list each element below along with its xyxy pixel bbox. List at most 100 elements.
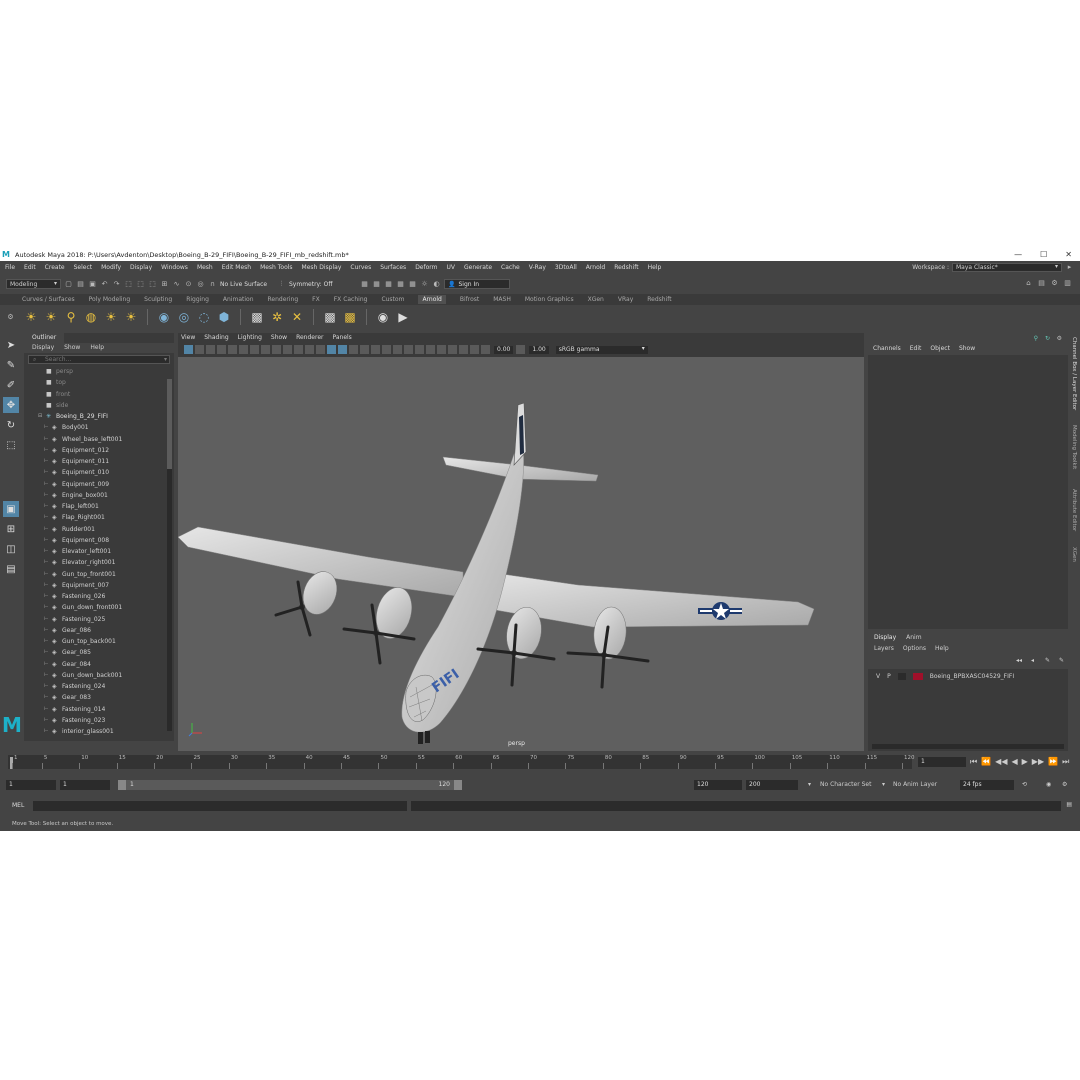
outliner-item[interactable]: ⊢ ◈ Equipment_011 (24, 456, 174, 467)
viewport-menu-view[interactable]: View (181, 333, 195, 343)
select-tool-icon[interactable]: ➤ (3, 337, 19, 353)
menu-select[interactable]: Select (74, 264, 93, 271)
outliner-item[interactable]: ⊢ ◈ Body001 (24, 422, 174, 433)
expand-icon[interactable]: ⊢ (44, 602, 52, 613)
expand-icon[interactable]: ⊢ (44, 546, 52, 557)
expand-icon[interactable]: ⊢ (44, 490, 52, 501)
expand-icon[interactable]: ⊢ (44, 692, 52, 703)
outliner-layout-icon[interactable]: ▤ (3, 561, 19, 577)
persp-viewport[interactable]: FIFI persp (178, 357, 864, 751)
field-chart-icon[interactable] (294, 345, 303, 354)
outliner-item[interactable]: ⊢ ◈ Equipment_008 (24, 535, 174, 546)
anti-aliasing-icon[interactable] (437, 345, 446, 354)
magnet-icon[interactable]: ∩ (208, 280, 217, 289)
menu-display[interactable]: Display (130, 264, 152, 271)
scale-tool-icon[interactable]: ⬚ (3, 437, 19, 453)
range-end-handle[interactable] (454, 780, 462, 790)
collapse-icon[interactable]: ⊟ (38, 411, 46, 422)
outliner-camera-row[interactable]: ■ front (24, 389, 174, 400)
outliner-item[interactable]: ⊢ ◈ Wheel_base_left001 (24, 434, 174, 445)
select-component-icon[interactable]: ⬚ (148, 280, 157, 289)
snap-curve-icon[interactable]: ∿ (172, 280, 181, 289)
layer-menu-options[interactable]: Options (903, 643, 926, 655)
step-back-key-icon[interactable]: ⏪ (981, 757, 991, 767)
xray-icon[interactable] (393, 345, 402, 354)
standard-surface-icon[interactable]: ◉ (157, 310, 171, 324)
layer-tab-display[interactable]: Display (874, 633, 896, 643)
tool-settings-icon[interactable]: ⚙ (1050, 279, 1059, 288)
expand-icon[interactable]: ⊢ (44, 524, 52, 535)
play-backward-icon[interactable]: ◀ (1011, 757, 1017, 767)
outliner-camera-row[interactable]: ■ side (24, 400, 174, 411)
animation-end-field[interactable]: 200 (746, 780, 798, 790)
outliner-search[interactable]: ⌕ Search... ▾ (28, 355, 170, 364)
grid-icon[interactable] (250, 345, 259, 354)
move-tool-icon[interactable]: ✥ (3, 397, 19, 413)
command-input[interactable] (33, 801, 407, 811)
maximize-button[interactable]: ☐ (1040, 249, 1047, 261)
outliner-group-row[interactable]: ⊟ ✳ Boeing_B_29_FIFI (24, 411, 174, 422)
outliner-item[interactable]: ⊢ ◈ Gear_083 (24, 692, 174, 703)
channel-box-icon[interactable]: ▥ (1063, 279, 1072, 288)
create-shader-icon[interactable]: ◎ (177, 310, 191, 324)
menu-mesh-tools[interactable]: Mesh Tools (260, 264, 292, 271)
select-hierarchy-icon[interactable]: ⬚ (124, 280, 133, 289)
outliner-item[interactable]: ⊢ ◈ Gun_top_back001 (24, 636, 174, 647)
script-editor-icon[interactable]: ▤ (1066, 801, 1072, 808)
shelf-tab-fx[interactable]: FX (312, 296, 320, 303)
time-slider-track[interactable]: 1 5 10 15 20 25 30 35 40 45 50 55 60 65 70 75 80 85 90 95 10… (8, 755, 915, 769)
expand-icon[interactable]: ⊢ (44, 625, 52, 636)
play-forward-icon[interactable]: ▶ (1022, 757, 1028, 767)
snap-view-icon[interactable]: ◎ (196, 280, 205, 289)
menu-v-ray[interactable]: V-Ray (529, 264, 546, 271)
light-icon[interactable]: ☼ (420, 280, 429, 289)
xray-joints-icon[interactable] (404, 345, 413, 354)
viewport-menu-show[interactable]: Show (271, 333, 287, 343)
menu-curves[interactable]: Curves (350, 264, 371, 271)
expand-icon[interactable]: ⊢ (44, 670, 52, 681)
use-all-lights-icon[interactable] (371, 345, 380, 354)
expand-icon[interactable]: ⊢ (44, 535, 52, 546)
motion-blur-icon[interactable] (426, 345, 435, 354)
volume-icon[interactable]: ⬢ (217, 310, 231, 324)
two-view-layout-icon[interactable]: ◫ (3, 541, 19, 557)
menu-surfaces[interactable]: Surfaces (380, 264, 406, 271)
layer-hscroll[interactable] (872, 744, 1064, 749)
single-perspective-layout-icon[interactable]: ▣ (3, 501, 19, 517)
outliner-item[interactable]: ⊢ ◈ Gun_top_front001 (24, 569, 174, 580)
play-render-icon[interactable]: ▶ (396, 310, 410, 324)
menu-3dtoall[interactable]: 3DtoAll (555, 264, 577, 271)
lookdev-icon[interactable]: ◐ (432, 280, 441, 289)
render-settings-icon[interactable]: ▦ (384, 280, 393, 289)
expand-icon[interactable]: ⊢ (44, 659, 52, 670)
isolate-select-icon[interactable] (459, 345, 468, 354)
snap-point-icon[interactable]: ⊙ (184, 280, 193, 289)
undo-icon[interactable]: ↶ (100, 280, 109, 289)
channel-menu-edit[interactable]: Edit (910, 345, 922, 352)
expand-icon[interactable]: ⊢ (44, 467, 52, 478)
go-to-end-icon[interactable]: ⏭ (1062, 757, 1069, 767)
fps-dropdown[interactable]: 24 fps (960, 780, 1014, 790)
expand-icon[interactable]: ⊢ (44, 445, 52, 456)
expand-icon[interactable]: ⊢ (44, 434, 52, 445)
menu-help[interactable]: Help (648, 264, 662, 271)
step-forward-frame-icon[interactable]: ▶▶ (1032, 757, 1044, 767)
wireframe-on-shaded-icon[interactable] (349, 345, 358, 354)
auto-key-icon[interactable]: ◉ (1046, 780, 1051, 790)
minimize-button[interactable]: — (1014, 249, 1022, 261)
outliner-menu-help[interactable]: Help (90, 343, 104, 353)
side-tab-modeling-toolkit[interactable]: Modeling Toolkit (1071, 425, 1077, 469)
outliner-item[interactable]: ⊢ ◈ Equipment_010 (24, 467, 174, 478)
expand-icon[interactable]: ⊢ (44, 456, 52, 467)
outliner-item[interactable]: ⊢ ◈ Fastening_025 (24, 614, 174, 625)
outliner-menu-show[interactable]: Show (64, 343, 80, 353)
scroll-thumb[interactable] (167, 379, 172, 469)
symmetry-icon[interactable]: ⫶ (277, 280, 286, 289)
2d-pan-zoom-icon[interactable] (228, 345, 237, 354)
loop-icon[interactable]: ⟲ (1022, 780, 1027, 790)
textured-icon[interactable] (360, 345, 369, 354)
outliner-item[interactable]: ⊢ ◈ Elevator_left001 (24, 546, 174, 557)
outliner-item[interactable]: ⊢ ◈ Elevator_right001 (24, 557, 174, 568)
flush-cache-icon[interactable]: ◌ (197, 310, 211, 324)
new-layer-icon[interactable]: ✎ (1045, 657, 1050, 664)
